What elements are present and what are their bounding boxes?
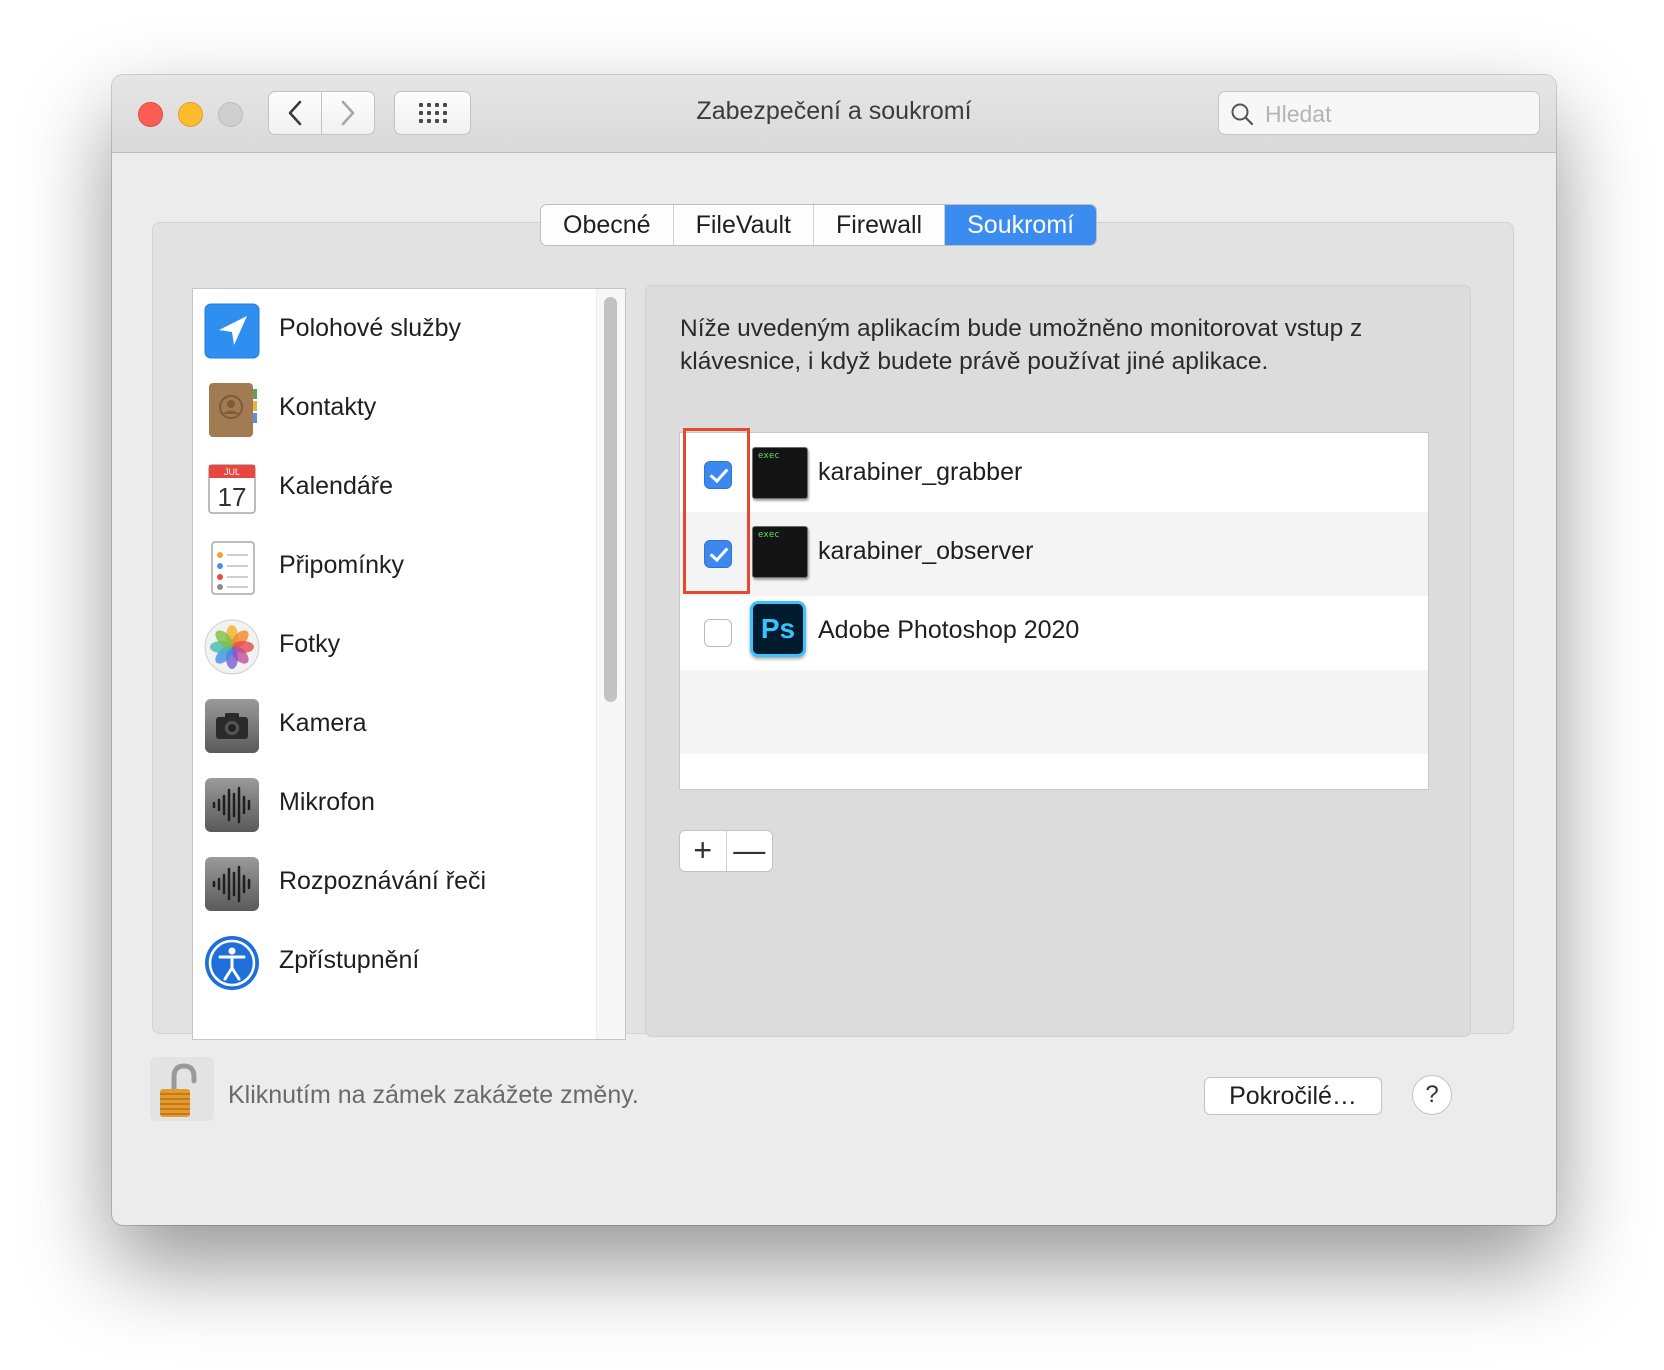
search-field[interactable] xyxy=(1218,91,1540,135)
app-checkbox[interactable] xyxy=(704,619,732,647)
sidebar-item-label: Připomínky xyxy=(279,551,405,579)
remove-app-button[interactable]: — xyxy=(725,831,773,871)
tab-soukromi[interactable]: Soukromí xyxy=(945,205,1097,245)
app-name: Adobe Photoshop 2020 xyxy=(818,616,1080,644)
contacts-book-icon xyxy=(209,383,257,437)
preferences-window: Zabezpečení a soukromí Obecné FileVault … xyxy=(112,75,1556,1225)
tab-obecne[interactable]: Obecné xyxy=(541,205,674,245)
advanced-button[interactable]: Pokročilé… xyxy=(1204,1077,1382,1115)
accessibility-icon xyxy=(205,936,259,990)
search-icon xyxy=(1231,103,1254,126)
photos-flower-icon xyxy=(204,619,260,675)
panel-description: Níže uvedeným aplikacím bude umožněno mo… xyxy=(680,315,1363,375)
lock-hint-text: Kliknutím na zámek zakážete změny. xyxy=(228,1081,639,1109)
calendar-icon: JUL 17 xyxy=(208,464,256,514)
camera-icon xyxy=(205,699,259,753)
sidebar-item-location[interactable]: Polohové služby xyxy=(193,289,593,373)
sidebar-item-label: Zpřístupnění xyxy=(279,946,420,974)
exec-terminal-icon: exec xyxy=(752,447,808,499)
sidebar-item-accessibility[interactable]: Zpřístupnění xyxy=(193,921,593,1005)
sidebar-scrollbar[interactable] xyxy=(596,289,625,1039)
lock-button[interactable] xyxy=(150,1057,214,1121)
search-input[interactable] xyxy=(1263,98,1527,130)
sidebar-item-photos[interactable]: Fotky xyxy=(193,605,593,689)
svg-text:JUL: JUL xyxy=(224,467,240,477)
app-row[interactable]: exec karabiner_observer xyxy=(680,512,1428,596)
app-name: karabiner_grabber xyxy=(818,458,1023,486)
sidebar-item-label: Fotky xyxy=(279,630,341,658)
privacy-category-list[interactable]: Polohové služby Kontakty JUL 17 Kalendář… xyxy=(192,288,626,1040)
speech-waveform-icon xyxy=(205,857,259,911)
sidebar-item-calendars[interactable]: JUL 17 Kalendáře xyxy=(193,447,593,531)
sidebar-item-microphone[interactable]: Mikrofon xyxy=(193,763,593,847)
add-remove-control: + — xyxy=(679,830,773,872)
sidebar-item-label: Kontakty xyxy=(279,393,377,421)
app-row[interactable]: Ps Adobe Photoshop 2020 xyxy=(680,591,1428,675)
microphone-waveform-icon xyxy=(205,778,259,832)
title-bar: Zabezpečení a soukromí xyxy=(112,75,1556,153)
help-button[interactable]: ? xyxy=(1412,1075,1452,1115)
app-name: karabiner_observer xyxy=(818,537,1034,565)
exec-terminal-icon: exec xyxy=(752,526,808,578)
app-list: exec karabiner_grabber exec karabiner_ob… xyxy=(679,432,1429,790)
scrollbar-thumb[interactable] xyxy=(604,297,617,702)
reminders-list-icon xyxy=(211,541,255,595)
annotation-highlight-box xyxy=(683,428,750,594)
sidebar-item-label: Kalendáře xyxy=(279,472,393,500)
sidebar-item-camera[interactable]: Kamera xyxy=(193,684,593,768)
sidebar-item-label: Rozpoznávání řeči xyxy=(279,867,487,895)
sidebar-item-speech-recognition[interactable]: Rozpoznávání řeči xyxy=(193,842,593,926)
sidebar-item-label: Polohové služby xyxy=(279,314,462,342)
tab-firewall[interactable]: Firewall xyxy=(813,205,946,245)
sidebar-item-reminders[interactable]: Připomínky xyxy=(193,526,593,610)
sidebar-item-contacts[interactable]: Kontakty xyxy=(193,368,593,452)
empty-row xyxy=(680,670,1428,754)
padlock-open-icon xyxy=(160,1063,197,1117)
input-monitoring-panel: Níže uvedeným aplikacím bude umožněno mo… xyxy=(645,285,1471,1037)
location-arrow-icon xyxy=(204,303,260,359)
app-row[interactable]: exec karabiner_grabber xyxy=(680,433,1428,517)
tab-bar: Obecné FileVault Firewall Soukromí xyxy=(540,204,1098,246)
photoshop-icon: Ps xyxy=(750,601,806,657)
sidebar-item-label: Mikrofon xyxy=(279,788,375,816)
sidebar-item-label: Kamera xyxy=(279,709,367,737)
add-app-button[interactable]: + xyxy=(680,831,726,871)
svg-text:17: 17 xyxy=(218,482,247,512)
tab-filevault[interactable]: FileVault xyxy=(673,205,814,245)
